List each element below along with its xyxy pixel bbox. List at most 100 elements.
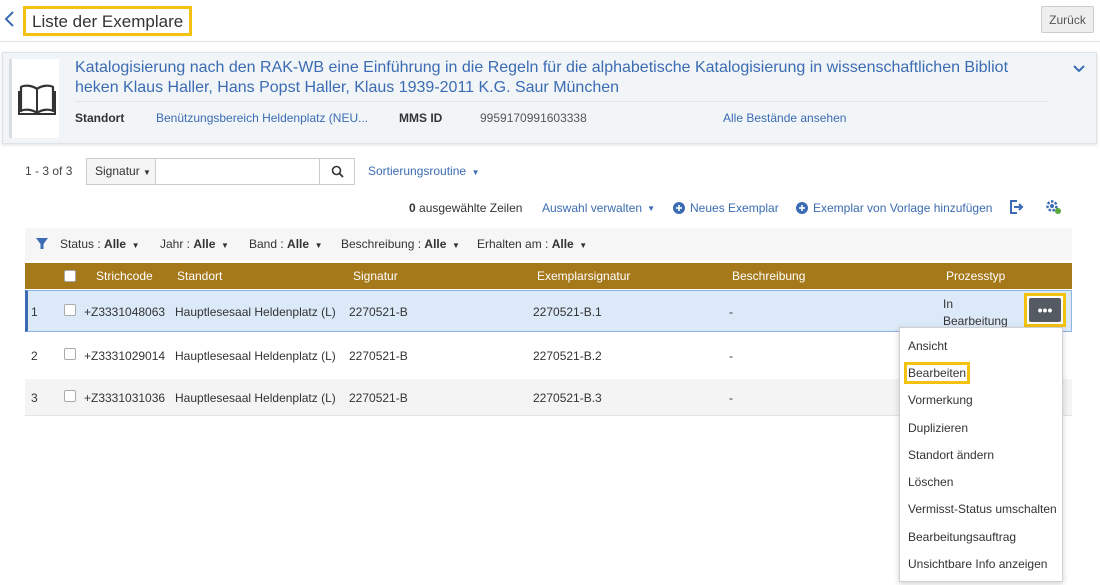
barcode-link[interactable]: +Z3331029014 [84, 349, 165, 363]
select-all-checkbox[interactable] [64, 270, 76, 282]
filter-status-label: Status : [60, 237, 101, 251]
barcode-link[interactable]: +Z3331031036 [84, 391, 165, 405]
caret-down-icon: ▼ [312, 241, 323, 250]
menu-item-duplicate[interactable]: Duplizieren [900, 414, 1062, 441]
location-cell: Hauptlesesaal Heldenplatz (L) [175, 349, 336, 363]
row-checkbox[interactable] [64, 390, 76, 402]
record-card: Katalogisierung nach den RAK-WB eine Ein… [2, 52, 1097, 144]
selected-count: 0 [409, 201, 416, 215]
filter-bar: Status : Alle ▼ Jahr : Alle ▼ Band : All… [25, 228, 1072, 260]
table-row[interactable]: 1 +Z3331048063 Hauptlesesaal Heldenplatz… [25, 290, 1072, 332]
item-call-number-cell: 2270521-B.3 [533, 391, 602, 405]
row-checkbox[interactable] [64, 304, 76, 316]
menu-item-change-location[interactable]: Standort ändern [900, 441, 1062, 468]
header-divider [0, 41, 1100, 42]
selected-rows-info: 0 ausgewählte Zeilen [409, 201, 522, 215]
menu-item-edit[interactable]: Bearbeiten [900, 359, 1062, 386]
manage-selection-dropdown[interactable]: Auswahl verwalten ▼ [542, 201, 655, 215]
new-item-button[interactable]: Neues Exemplar [673, 201, 779, 215]
search-button[interactable] [319, 158, 355, 185]
menu-item-label: Standort ändern [908, 447, 995, 462]
record-icon-box [9, 59, 59, 138]
col-process-type[interactable]: Prozesstyp [946, 269, 1005, 283]
page-title: Liste der Exemplare [23, 6, 193, 36]
standort-link[interactable]: Benützungsbereich Heldenplatz (NEU... [156, 111, 368, 125]
record-title-link[interactable]: Katalogisierung nach den RAK-WB eine Ein… [75, 58, 1043, 98]
filter-volume-value: Alle [287, 237, 310, 251]
row-number: 2 [31, 349, 38, 363]
row-actions-button[interactable]: ••• [1024, 293, 1066, 327]
manage-selection-label: Auswahl verwalten [542, 201, 643, 215]
row-number: 3 [31, 391, 38, 405]
filter-icon [36, 238, 48, 249]
col-description[interactable]: Beschreibung [732, 269, 805, 283]
menu-item-label: Unsichtbare Info anzeigen [908, 557, 1048, 572]
plus-circle-icon [673, 202, 685, 214]
description-cell: - [729, 305, 733, 319]
description-cell: - [729, 349, 733, 363]
menu-item-request[interactable]: Vormerkung [900, 387, 1062, 414]
menu-item-label: Bearbeiten [904, 361, 971, 384]
col-call-number[interactable]: Signatur [353, 269, 398, 283]
item-call-number-cell: 2270521-B.2 [533, 349, 602, 363]
row-actions-menu: Ansicht Bearbeiten Vormerkung Dupliziere… [899, 327, 1063, 582]
table-header: Strichcode Standort Signatur Exemplarsig… [25, 263, 1072, 289]
new-item-label: Neues Exemplar [690, 201, 779, 215]
caret-down-icon: ▼ [129, 241, 140, 250]
caret-down-icon: ▼ [218, 241, 229, 250]
back-button[interactable]: Zurück [1041, 6, 1094, 33]
menu-item-work-order[interactable]: Bearbeitungsauftrag [900, 523, 1062, 550]
menu-item-delete[interactable]: Löschen [900, 468, 1062, 495]
process-type-line2: Bearbeitung [943, 314, 1008, 328]
sort-dropdown[interactable]: Sortierungsroutine ▼ [368, 164, 480, 178]
call-number-cell: 2270521-B [349, 305, 408, 319]
barcode-link[interactable]: +Z3331048063 [84, 305, 165, 319]
col-barcode[interactable]: Strichcode [96, 269, 153, 283]
row-checkbox[interactable] [64, 348, 76, 360]
menu-item-toggle-missing[interactable]: Vermisst-Status umschalten [900, 496, 1062, 523]
item-call-number-cell: 2270521-B.1 [533, 305, 602, 319]
description-cell: - [729, 391, 733, 405]
book-icon [18, 84, 56, 115]
caret-down-icon: ▼ [577, 241, 588, 250]
filter-status[interactable]: Status : Alle ▼ [60, 237, 140, 251]
menu-item-label: Vormerkung [908, 393, 973, 408]
result-count: 1 - 3 of 3 [25, 164, 73, 178]
more-options-icon: ••• [1029, 298, 1061, 322]
row-number: 1 [31, 305, 38, 319]
call-number-cell: 2270521-B [349, 349, 408, 363]
standort-label: Standort [75, 111, 125, 125]
add-from-template-label: Exemplar von Vorlage hinzufügen [813, 201, 993, 215]
all-holdings-link[interactable]: Alle Bestände ansehen [723, 111, 846, 125]
back-chevron-icon[interactable] [3, 8, 21, 32]
filter-received-label: Erhalten am : [477, 237, 549, 251]
sort-label: Sortierungsroutine [368, 164, 467, 178]
export-icon[interactable] [1008, 199, 1024, 218]
search-field-select[interactable]: Signatur ▼ [86, 158, 156, 185]
card-divider [75, 101, 1047, 102]
filter-received-value: Alle [551, 237, 574, 251]
col-location[interactable]: Standort [177, 269, 222, 283]
plus-circle-icon [796, 202, 808, 214]
collapse-chevron-icon[interactable] [1072, 63, 1086, 75]
filter-received[interactable]: Erhalten am : Alle ▼ [477, 237, 587, 251]
menu-item-label: Vermisst-Status umschalten [908, 502, 1057, 517]
search-input[interactable] [156, 158, 320, 185]
filter-description[interactable]: Beschreibung : Alle ▼ [341, 237, 460, 251]
menu-item-show-hidden-info[interactable]: Unsichtbare Info anzeigen [900, 550, 1062, 577]
add-from-template-button[interactable]: Exemplar von Vorlage hinzufügen [796, 201, 992, 215]
caret-down-icon: ▼ [143, 168, 151, 177]
filter-year-label: Jahr : [160, 237, 191, 251]
filter-volume[interactable]: Band : Alle ▼ [249, 237, 323, 251]
filter-volume-label: Band : [249, 237, 284, 251]
col-item-call-number[interactable]: Exemplarsignatur [537, 269, 630, 283]
process-type-line1: In [943, 297, 954, 311]
location-cell: Hauptlesesaal Heldenplatz (L) [175, 305, 336, 319]
filter-year-value: Alle [193, 237, 216, 251]
menu-item-view[interactable]: Ansicht [900, 332, 1062, 359]
filter-year[interactable]: Jahr : Alle ▼ [160, 237, 229, 251]
settings-gear-icon[interactable] [1045, 199, 1063, 218]
location-cell: Hauptlesesaal Heldenplatz (L) [175, 391, 336, 405]
filter-description-label: Beschreibung : [341, 237, 422, 251]
menu-item-label: Duplizieren [908, 420, 969, 435]
